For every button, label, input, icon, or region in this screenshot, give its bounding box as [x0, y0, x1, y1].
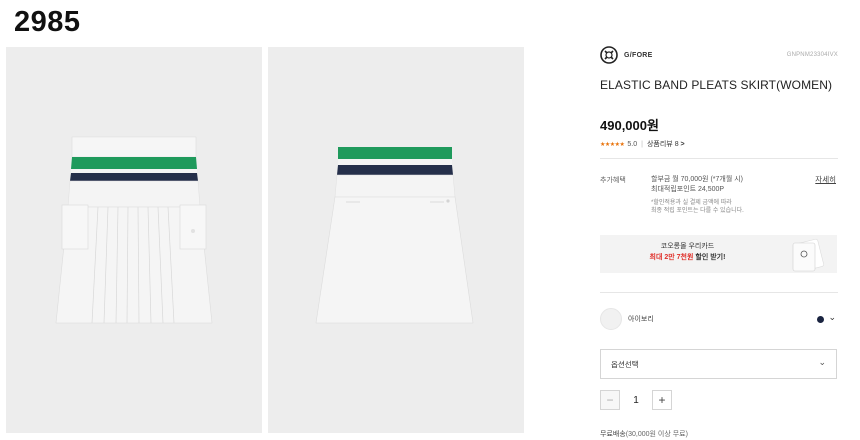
benefit-note: *할인적용과 실 결제 금액에 따라 최종 적립 포인트는 다를 수 있습니다.	[651, 199, 744, 215]
quantity-value[interactable]: 1	[620, 395, 652, 406]
color-option-row[interactable]: 아이보리 ⌄	[600, 308, 838, 330]
skirt-back-illustration	[268, 47, 524, 433]
rating-separator: |	[641, 140, 643, 148]
benefit-label: 추가혜택	[600, 177, 626, 184]
review-label: 상품리뷰	[646, 141, 673, 148]
brand-row: G/FORE GNPNM23304IVX	[600, 44, 838, 66]
selected-color-dot	[817, 316, 824, 323]
chevron-down-icon: ⌄	[818, 357, 826, 367]
review-chevron-icon: >	[680, 141, 685, 148]
card-promo-banner[interactable]: 코오롱몰 우리카드 최대 2만 7천원 할인 받기!	[600, 235, 837, 273]
product-price: 490,000원	[600, 118, 659, 133]
shipping-label: 무료배송	[600, 431, 626, 438]
card-promo-text: 코오롱몰 우리카드 최대 2만 7천원 할인 받기!	[600, 241, 775, 263]
product-image-front[interactable]	[6, 47, 262, 433]
option-select[interactable]: 옵션선택 ⌄	[600, 349, 837, 379]
quantity-decrease-button[interactable]: −	[600, 390, 620, 410]
card-promo-line1: 코오롱몰 우리카드	[660, 243, 715, 250]
chevron-down-icon[interactable]: ⌄	[828, 312, 836, 323]
card-promo-tail: 할인 받기!	[695, 254, 726, 261]
brand[interactable]: G/FORE	[600, 46, 653, 64]
benefit-note-line2: 최종 적립 포인트는 다를 수 있습니다.	[651, 208, 744, 214]
rating-stars-icon: ★★★★★	[600, 141, 625, 148]
review-count: 8	[674, 141, 679, 148]
benefit-note-line1: *할인적용과 실 결제 금액에 따라	[651, 200, 732, 206]
card-promo-highlight: 최대 2만 7천원	[649, 254, 694, 261]
gfore-logo-icon	[600, 46, 618, 64]
product-image-back[interactable]	[268, 47, 524, 433]
product-info-panel: G/FORE GNPNM23304IVX ELASTIC BAND PLEATS…	[600, 44, 838, 149]
brand-name: G/FORE	[624, 51, 653, 59]
quantity-increase-button[interactable]: +	[652, 390, 672, 410]
divider	[600, 292, 838, 293]
color-swatch[interactable]	[600, 308, 622, 330]
skirt-front-illustration	[6, 47, 262, 433]
option-select-label: 옵션선택	[611, 360, 639, 369]
rating-value: 5.0	[627, 140, 638, 148]
review-link[interactable]: 상품리뷰 8 >	[647, 139, 685, 149]
credit-card-icon	[792, 238, 824, 272]
product-title: ELASTIC BAND PLEATS SKIRT(WOMEN)	[600, 78, 833, 92]
product-sku: GNPNM23304IVX	[786, 52, 838, 58]
listing-number: 2985	[14, 6, 81, 38]
card-promo-line2: 최대 2만 7천원 할인 받기!	[600, 252, 775, 263]
shipping-info: 무료배송(30,000원 이상 무료)	[600, 429, 688, 439]
shipping-condition: (30,000원 이상 무료)	[625, 431, 688, 438]
rating-row: ★★★★★ 5.0 | 상품리뷰 8 >	[600, 139, 838, 149]
benefit-detail-link[interactable]: 자세히	[815, 174, 836, 185]
points-text: 최대적립포인트 24,500P	[651, 186, 725, 193]
benefit-body: 할부금 월 70,000원 (*7개월 시) 최대적립포인트 24,500P *…	[651, 175, 744, 215]
color-label: 아이보리	[628, 316, 654, 323]
divider	[600, 158, 838, 159]
quantity-stepper: − 1 +	[600, 390, 672, 410]
installment-text: 할부금 월 70,000원 (*7개월 시)	[651, 176, 743, 183]
